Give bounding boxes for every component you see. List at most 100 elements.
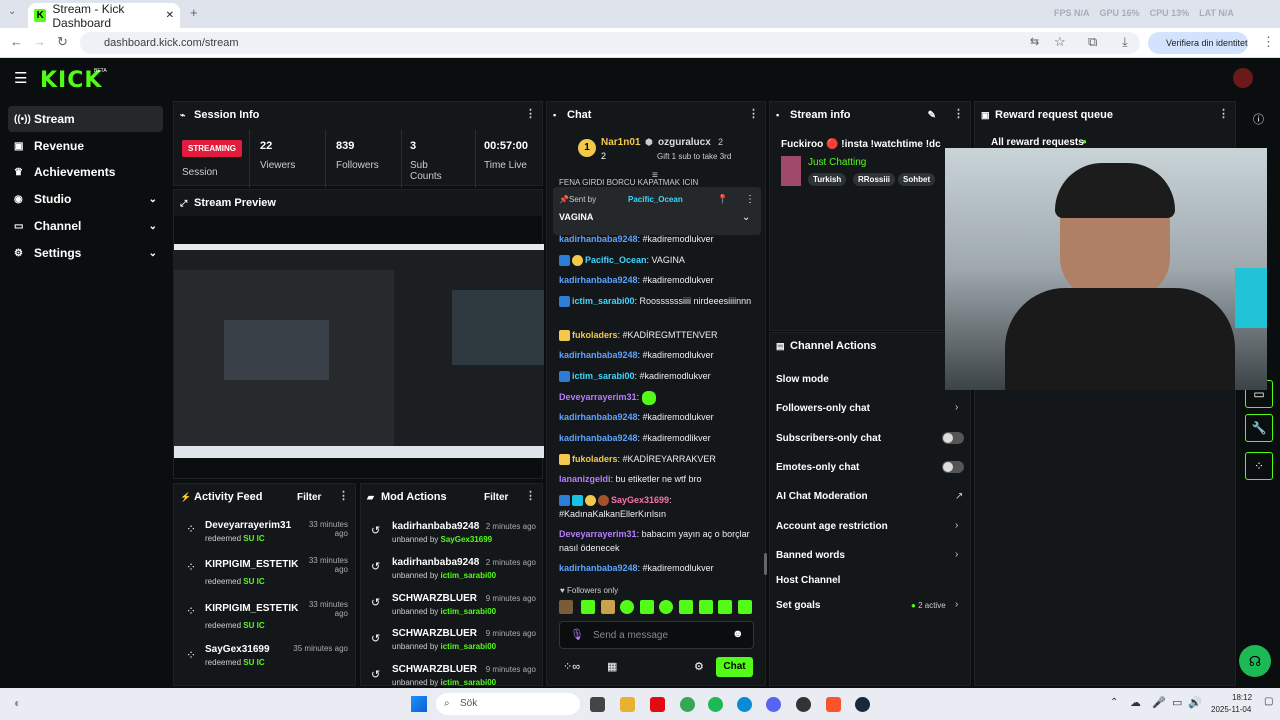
notification-icon[interactable]: ▢ [1264,696,1273,707]
mod-user[interactable]: SCHWARZBLUER [392,593,477,604]
microphone-icon[interactable]: 🎙 [570,628,584,641]
user-avatar[interactable] [1233,68,1253,88]
chat-message[interactable]: kadirhanbaba9248: #kadiremodlukver [559,561,759,575]
new-tab-icon[interactable]: + [190,5,198,20]
chrome-icon[interactable] [680,697,695,712]
account-age-restriction[interactable]: Account age restriction [776,521,888,532]
preview-video[interactable] [174,244,544,458]
infinity-icon[interactable]: ⁘∞ [563,660,580,673]
slow-mode-toggle[interactable]: Slow mode [776,374,829,385]
discord-icon[interactable] [766,697,781,712]
chevron-right-icon[interactable]: › [955,599,958,610]
chat-message[interactable]: Deveyarrayerim31: babacım yayın aç o bor… [559,527,759,555]
followers-only-chat[interactable]: Followers-only chat [776,403,870,414]
activity-user[interactable]: SayGex31699 [205,644,270,655]
info-icon[interactable]: ⓘ [1253,111,1264,127]
emotes-only-toggle[interactable] [942,461,964,473]
subscribers-only-toggle[interactable] [942,432,964,444]
spotify-icon[interactable] [708,697,723,712]
emote-icon[interactable] [718,600,732,614]
url-input[interactable]: dashboard.kick.com/stream [80,32,1140,54]
steam-icon[interactable] [855,697,870,712]
chat-username[interactable]: kadirhanbaba9248 [559,563,638,573]
chat-username[interactable]: ictim_sarabi00 [572,296,635,306]
ai-chat-moderation[interactable]: AI Chat Moderation [776,491,868,502]
mod-user[interactable]: kadirhanbaba9248 [392,521,479,532]
chevron-right-icon[interactable]: › [955,520,958,531]
chat-message[interactable]: fukoladers: #KADİREYARRAKVER [559,452,759,466]
hamburger-menu-icon[interactable]: ☰ [14,69,27,87]
widgets-icon[interactable]: ◐ [14,696,21,710]
task-view-icon[interactable] [590,697,605,712]
back-icon[interactable]: ← [10,34,23,49]
tray-chevron-icon[interactable]: ⌃ [1110,697,1118,708]
volume-icon[interactable]: 🔊 [1188,696,1202,709]
chat-username[interactable]: fukoladers [572,330,618,340]
kebab-menu-icon[interactable]: ⋮ [338,489,349,502]
gift-sub-prompt[interactable]: Gift 1 sub to take 3rd [657,152,731,161]
store-icon[interactable]: ▦ [607,660,617,673]
chat-username[interactable]: Deveyarrayerim31 [559,392,637,402]
sidebar-item-revenue[interactable]: ▣ Revenue [8,133,163,159]
mod-filter-button[interactable]: Filter [484,492,508,503]
kebab-menu-icon[interactable]: ⋮ [745,194,755,205]
chat-username[interactable]: kadirhanbaba9248 [559,275,638,285]
chat-message[interactable]: Deveyarrayerim31: [559,390,759,405]
kebab-menu-icon[interactable]: ⋮ [953,107,964,120]
clock-time[interactable]: 18:12 [1232,693,1252,702]
chat-username[interactable]: Deveyarrayerim31 [559,529,637,539]
chat-username[interactable]: lananizgeldi [559,474,611,484]
edge-icon[interactable] [737,697,752,712]
emote-icon[interactable] [659,600,673,614]
clock-date[interactable]: 2025-11-04 [1211,705,1251,714]
banned-words[interactable]: Banned words [776,550,845,561]
kebab-menu-icon[interactable]: ⋮ [1218,107,1229,120]
sidebar-item-studio[interactable]: ◉ Studio ⌄ [8,186,163,212]
chat-message[interactable]: kadirhanbaba9248: #kadiremodlukver [559,232,759,246]
chat-message[interactable]: kadirhanbaba9248: #kadiremodlikver [559,431,759,445]
dots-icon[interactable]: ⁘ [1245,452,1273,480]
top-gifter-name[interactable]: Nar1n01 [601,137,640,148]
chat-username[interactable]: kadirhanbaba9248 [559,234,638,244]
sidebar-item-achievements[interactable]: ♛ Achievements [8,159,163,185]
kebab-menu-icon[interactable]: ⋮ [748,107,759,120]
chat-username[interactable]: ictim_sarabi00 [572,371,635,381]
category-name[interactable]: Just Chatting [808,157,866,168]
file-explorer-icon[interactable] [620,697,635,712]
emoji-icon[interactable]: ☻ [732,628,744,640]
emote-icon[interactable] [640,600,654,614]
bookmark-star-icon[interactable]: ☆ [1054,34,1066,50]
chat-message[interactable]: lananizgeldi: bu etiketler ne wtf bro [559,472,759,486]
support-chat-icon[interactable]: ☊ [1239,645,1271,677]
emotes-only-chat[interactable]: Emotes-only chat [776,462,859,473]
obs-icon[interactable] [796,697,811,712]
chevron-down-icon[interactable]: ⌄ [742,212,750,223]
chat-message[interactable]: fukoladers: #KADİREGMTTENVER [559,328,759,342]
chat-scrollbar[interactable] [764,553,767,575]
chevron-right-icon[interactable]: › [955,549,958,560]
chat-username[interactable]: Pacific_Ocean [585,255,647,265]
emote-icon[interactable] [679,600,693,614]
browser-menu-icon[interactable]: ⋮ [1262,34,1275,50]
emote-icon[interactable] [738,600,752,614]
external-link-icon[interactable]: ↗ [955,491,963,502]
emote-icon[interactable] [699,600,713,614]
chat-message[interactable]: kadirhanbaba9248: #kadiremodlukver [559,410,759,424]
chat-message[interactable]: SayGex31699: #KadınaKalkanEllerKırılsın [559,493,759,521]
subscribers-only-chat[interactable]: Subscribers-only chat [776,433,881,444]
extensions-icon[interactable]: ⧉ [1088,34,1097,50]
wrench-icon[interactable]: 🔧 [1245,414,1273,442]
edit-icon[interactable]: ✎ [928,110,936,121]
activity-filter-button[interactable]: Filter [297,492,321,503]
taskbar-search[interactable]: ⌕ Sök [436,693,580,715]
browser-tab[interactable]: K Stream - Kick Dashboard ✕ [28,2,180,30]
send-chat-button[interactable]: Chat [716,657,753,677]
translate-icon[interactable]: ⇆ [1030,35,1039,48]
unpin-icon[interactable]: 📍 [717,194,728,205]
reload-icon[interactable]: ↻ [57,34,68,50]
chat-username[interactable]: fukoladers [572,454,618,464]
chat-input[interactable]: 🎙 Send a message ☻ [559,621,754,649]
sidebar-item-settings[interactable]: ⚙ Settings ⌄ [8,240,163,266]
mod-user[interactable]: SCHWARZBLUER [392,664,477,675]
host-channel[interactable]: Host Channel [776,575,840,586]
